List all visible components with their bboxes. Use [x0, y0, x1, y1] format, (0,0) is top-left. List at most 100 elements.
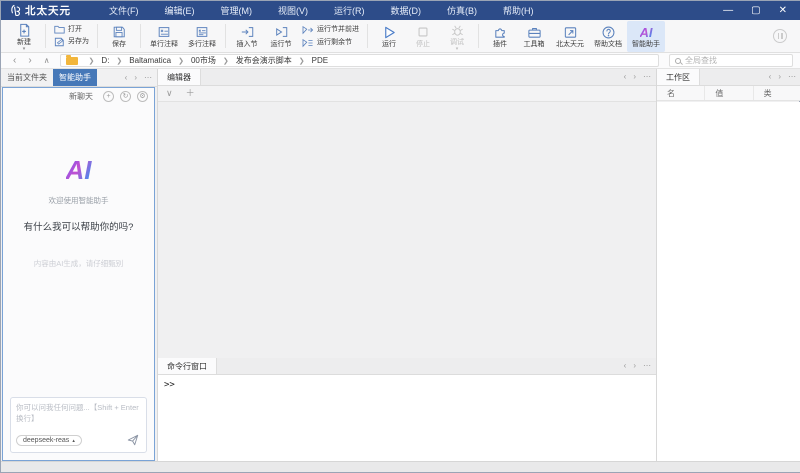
ai-assistant-button[interactable]: AI 智能助手 — [627, 21, 665, 52]
ai-chat-panel: 新聊天 + ↻ ⚙ AI 欢迎使用智能助手 有什么我可以帮助你的吗? 内容由AI… — [2, 87, 155, 461]
close-button[interactable]: ✕ — [779, 6, 787, 16]
editor-empty-area — [158, 103, 656, 358]
open-button[interactable]: 打开 — [54, 25, 89, 34]
toolbox-icon — [527, 25, 542, 40]
menu-help[interactable]: 帮助(H) — [503, 4, 534, 17]
minimize-button[interactable]: — — [723, 6, 733, 16]
maximize-button[interactable]: ▢ — [751, 6, 760, 16]
toolbar-separator — [367, 24, 368, 48]
workspace-scroll-left-icon[interactable]: ‹ — [769, 73, 772, 81]
search-icon — [675, 58, 681, 64]
command-scroll-left-icon[interactable]: ‹ — [624, 362, 627, 370]
baltam-home-button[interactable]: 北太天元 — [551, 21, 589, 52]
global-search-input[interactable] — [685, 56, 787, 65]
new-file-icon — [17, 23, 32, 38]
breadcrumb-item-demo-script[interactable]: 发布会演示脚本 — [236, 55, 292, 66]
breadcrumb-separator: ❯ — [299, 57, 305, 65]
workspace-panel-title: 工作区 — [657, 69, 700, 85]
debug-dropdown-caret-icon: ▾ — [456, 47, 459, 51]
breadcrumb-item-pde[interactable]: PDE — [312, 56, 328, 65]
workspace-column-name[interactable]: 名 — [657, 86, 705, 100]
menu-file[interactable]: 文件(F) — [109, 4, 139, 17]
tab-current-folder[interactable]: 当前文件夹 — [1, 69, 53, 86]
tab-scroll-right-icon[interactable]: › — [134, 74, 137, 82]
chat-settings-icon[interactable]: ⚙ — [137, 91, 148, 102]
command-more-icon[interactable]: ⋯ — [643, 362, 651, 370]
left-dock: 当前文件夹 智能助手 ‹ › ⋯ 新聊天 + ↻ ⚙ AI 欢迎使用智能助手 有… — [1, 69, 157, 461]
breadcrumb-separator: ❯ — [116, 57, 122, 65]
command-window-controls: ‹ › ⋯ — [624, 358, 656, 374]
toolbox-button[interactable]: 工具箱 — [517, 21, 551, 52]
plugins-button[interactable]: 插件 — [483, 21, 517, 52]
run-section-button[interactable]: 运行节 — [264, 21, 298, 52]
insert-section-button[interactable]: 插入节 — [230, 21, 264, 52]
menu-view[interactable]: 视图(V) — [278, 4, 308, 17]
menu-data[interactable]: 数据(D) — [391, 4, 422, 17]
path-breadcrumb[interactable]: ❯ D: ❯ Baltamatica ❯ 00市场 ❯ 发布会演示脚本 ❯ PD… — [60, 54, 659, 67]
address-bar-row: ‹ › ∧ ❯ D: ❯ Baltamatica ❯ 00市场 ❯ 发布会演示脚… — [1, 53, 800, 69]
save-as-button[interactable]: 另存为 — [54, 37, 89, 47]
breadcrumb-separator: ❯ — [223, 57, 229, 65]
global-search-box — [669, 54, 793, 67]
app-logo: 北太天元 — [9, 3, 71, 18]
chat-welcome-text: 欢迎使用智能助手 — [49, 195, 109, 206]
help-docs-button[interactable]: 帮助文档 — [589, 21, 627, 52]
menu-edit[interactable]: 编辑(E) — [165, 4, 195, 17]
editor-tab-list-icon[interactable]: ∨ — [166, 89, 173, 98]
new-dropdown-caret-icon: ▾ — [23, 47, 26, 51]
editor-scroll-right-icon[interactable]: › — [633, 73, 636, 81]
new-button[interactable]: 新建 ▾ — [7, 21, 41, 52]
nav-up-icon[interactable]: ∧ — [44, 56, 50, 66]
command-scroll-right-icon[interactable]: › — [633, 362, 636, 370]
workspace-column-value[interactable]: 值 — [705, 86, 753, 100]
multi-comment-icon — [195, 25, 209, 40]
run-section-advance-button[interactable]: 运行节并前进 — [302, 25, 359, 35]
command-window-console[interactable]: >> — [158, 375, 656, 461]
app-logo-icon — [9, 4, 22, 17]
editor-more-icon[interactable]: ⋯ — [643, 73, 651, 81]
save-button[interactable]: 保存 — [102, 21, 136, 52]
debug-bug-icon — [450, 23, 465, 38]
new-chat-button[interactable]: 新聊天 — [69, 91, 93, 102]
run-button[interactable]: 运行 — [372, 21, 406, 52]
menu-run[interactable]: 运行(R) — [334, 4, 365, 17]
chat-message-input[interactable] — [16, 402, 141, 430]
puzzle-icon — [493, 25, 508, 40]
save-icon — [112, 25, 126, 40]
collapse-ribbon-icon[interactable] — [773, 29, 787, 43]
model-selector[interactable]: deepseek-reas ▴ — [16, 435, 82, 446]
breadcrumb-item-market[interactable]: 00市场 — [191, 55, 216, 66]
multi-comment-button[interactable]: 多行注释 — [183, 21, 221, 52]
workspace-column-class[interactable]: 类 — [754, 86, 800, 100]
editor-new-tab-icon[interactable]: ＋ — [186, 89, 195, 98]
baltam-window-icon — [563, 25, 578, 40]
breadcrumb-item-baltamatica[interactable]: Baltamatica — [129, 56, 171, 65]
workspace-panel-header: 工作区 ‹ › ⋯ — [657, 69, 800, 86]
breadcrumb-item-drive[interactable]: D: — [101, 56, 109, 65]
single-comment-button[interactable]: 单行注释 — [145, 21, 183, 52]
nav-back-icon[interactable]: ‹ — [13, 56, 16, 66]
left-dock-tab-bar: 当前文件夹 智能助手 ‹ › ⋯ — [1, 69, 157, 87]
chat-question-text: 有什么我可以帮助你的吗? — [24, 219, 134, 233]
nav-forward-icon[interactable]: › — [28, 56, 31, 66]
tab-scroll-left-icon[interactable]: ‹ — [125, 74, 128, 82]
send-message-icon[interactable] — [127, 434, 139, 446]
new-chat-icon[interactable]: + — [103, 91, 114, 102]
dock-more-icon[interactable]: ⋯ — [144, 74, 152, 82]
editor-scroll-left-icon[interactable]: ‹ — [624, 73, 627, 81]
editor-panel-header: 编辑器 ‹ › ⋯ — [158, 69, 656, 86]
toolbar-separator — [140, 24, 141, 48]
workspace-scroll-right-icon[interactable]: › — [778, 73, 781, 81]
workspace-dock: 工作区 ‹ › ⋯ 名 值 类 — [657, 69, 800, 461]
help-question-icon — [601, 25, 616, 40]
menu-manage[interactable]: 管理(M) — [221, 4, 253, 17]
single-comment-icon — [157, 25, 171, 40]
menu-simulation[interactable]: 仿真(B) — [447, 4, 477, 17]
run-remaining-button[interactable]: 运行剩余节 — [302, 38, 359, 48]
chat-history-icon[interactable]: ↻ — [120, 91, 131, 102]
tab-ai-assistant[interactable]: 智能助手 — [53, 69, 97, 86]
workspace-more-icon[interactable]: ⋯ — [788, 73, 796, 81]
app-title: 北太天元 — [25, 3, 71, 18]
run-icon — [382, 25, 397, 40]
workspace-panel-controls: ‹ › ⋯ — [769, 69, 800, 85]
